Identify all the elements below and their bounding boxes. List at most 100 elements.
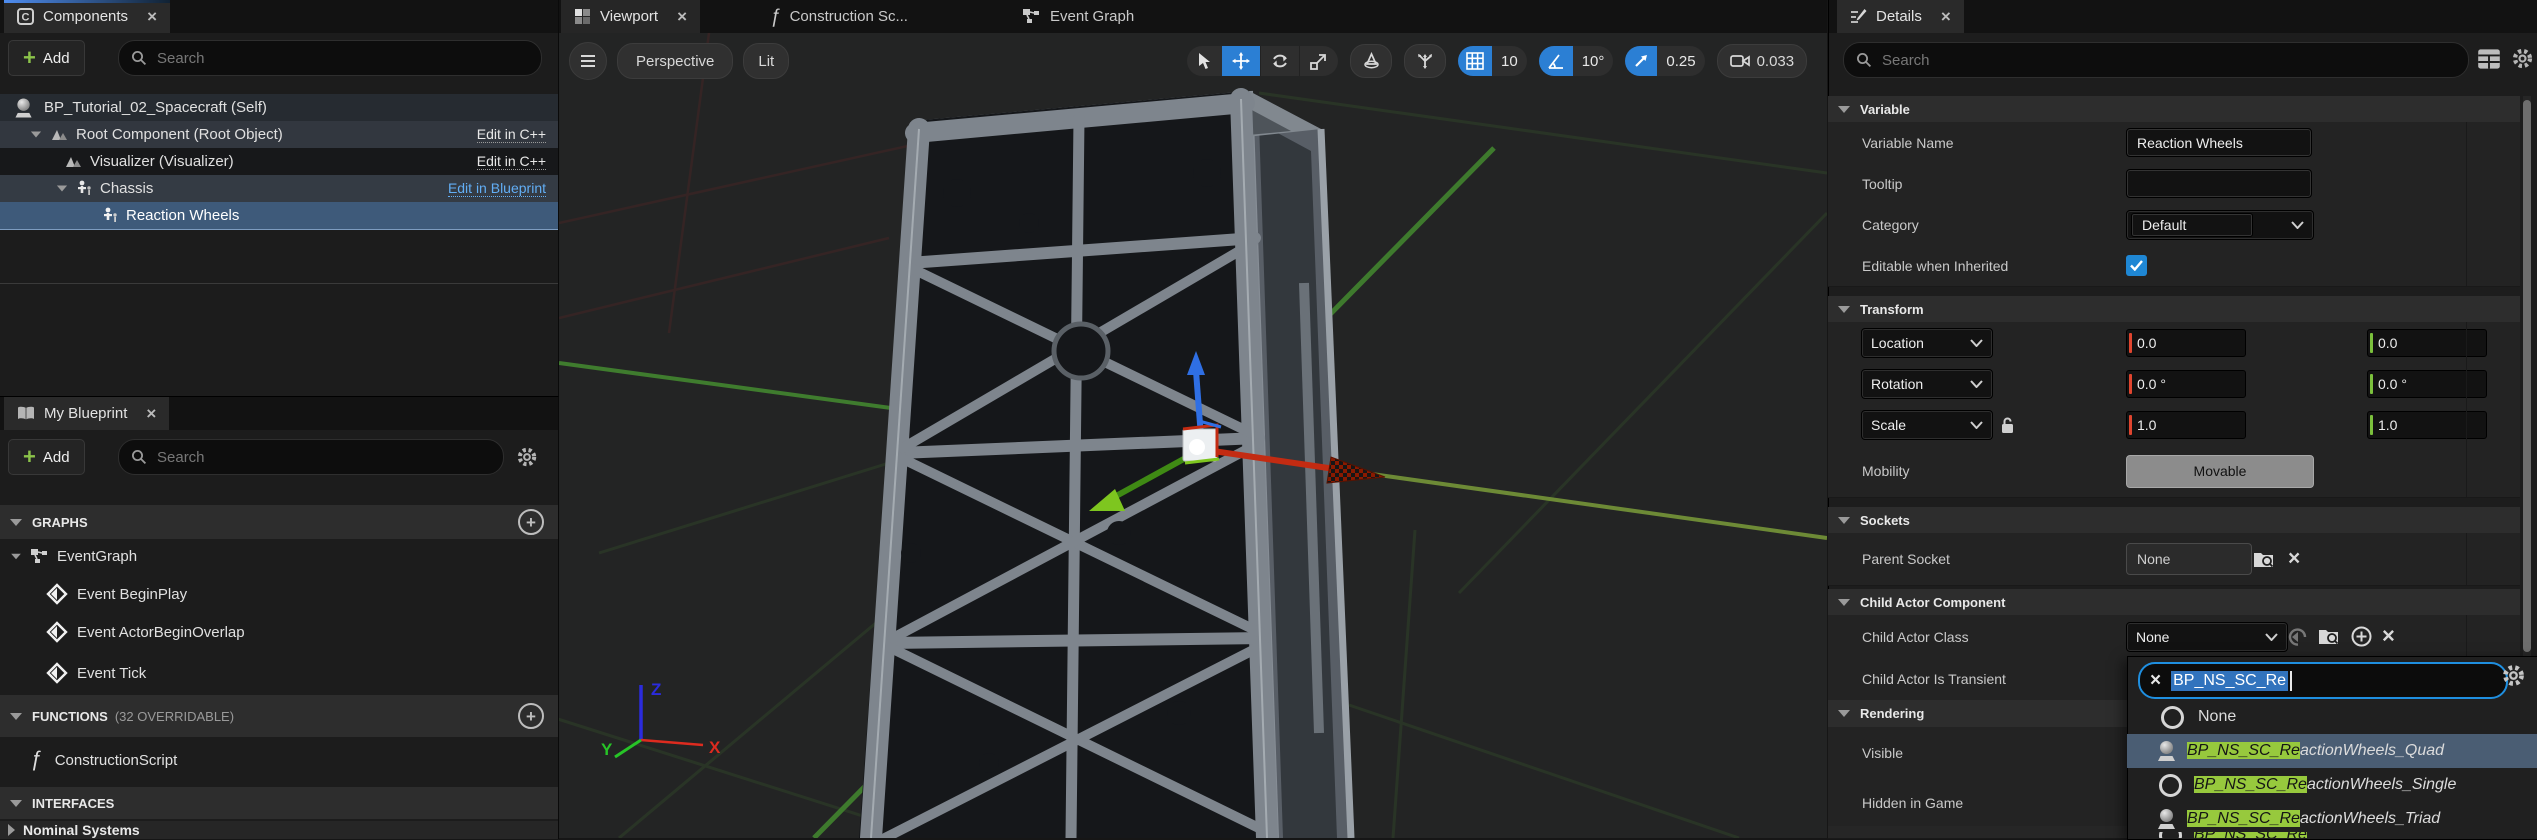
category-dropdown[interactable]: Default xyxy=(2126,210,2314,240)
editable-checkbox[interactable] xyxy=(2126,255,2147,276)
details-scrollbar-thumb[interactable] xyxy=(2523,100,2531,652)
components-tree-row-self[interactable]: BP_Tutorial_02_Spacecraft (Self) xyxy=(0,94,558,121)
scale-x-input[interactable]: 1.0 xyxy=(2126,411,2246,439)
use-selected-icon[interactable] xyxy=(2287,626,2309,648)
class-picker-search-text[interactable]: BP_NS_SC_Re xyxy=(2171,671,2288,691)
scale-y-input[interactable]: 1.0 xyxy=(2367,411,2487,439)
tab-components[interactable]: C Components × xyxy=(4,0,170,33)
clear-socket-icon[interactable]: × xyxy=(2288,547,2300,571)
close-icon[interactable]: × xyxy=(147,7,157,27)
components-tree-row-root[interactable]: Root Component (Root Object) Edit in C++ xyxy=(0,121,558,148)
angle-snap-icon[interactable] xyxy=(1539,46,1573,76)
picker-item-partial[interactable]: BP_NS_SC_Re xyxy=(2127,832,2537,838)
viewport-menu-button[interactable] xyxy=(569,42,607,80)
event-tick-row[interactable]: Event Tick xyxy=(0,653,558,693)
construction-script-row[interactable]: ƒ ConstructionScript xyxy=(0,737,558,783)
spacecraft-model[interactable] xyxy=(859,91,1351,838)
clear-class-icon[interactable]: × xyxy=(2382,623,2395,649)
location-dropdown[interactable]: Location xyxy=(1861,328,1993,358)
picker-item-quad[interactable]: BP_NS_SC_ReactionWheels_Quad xyxy=(2127,734,2537,768)
grid-snap-icon[interactable] xyxy=(1458,46,1492,76)
picker-item-none[interactable]: None xyxy=(2127,700,2537,734)
tooltip-input[interactable] xyxy=(2126,169,2312,198)
components-tree-row-chassis[interactable]: Chassis Edit in Blueprint xyxy=(0,175,558,202)
sockets-section-header[interactable]: Sockets xyxy=(1828,507,2520,533)
expander-down-icon[interactable] xyxy=(31,132,41,138)
child-actor-section-header[interactable]: Child Actor Component xyxy=(1828,589,2520,615)
expander-down-icon[interactable] xyxy=(57,186,67,192)
details-search[interactable] xyxy=(1843,42,2469,78)
graphs-section-header[interactable]: GRAPHS + xyxy=(0,505,558,539)
socket-browse-icon[interactable] xyxy=(2253,550,2276,569)
snap-to-surface-icon[interactable] xyxy=(1404,44,1446,78)
picker-item-triad[interactable]: BP_NS_SC_ReactionWheels_Triad xyxy=(2127,802,2537,836)
my-blueprint-search[interactable] xyxy=(118,439,504,475)
clear-search-icon[interactable]: × xyxy=(2150,671,2161,690)
close-icon[interactable]: × xyxy=(1941,7,1951,27)
add-graph-icon[interactable]: + xyxy=(518,509,544,535)
components-add-button[interactable]: + Add xyxy=(8,40,85,76)
functions-section-header[interactable]: FUNCTIONS (32 OVERRIDABLE) + xyxy=(0,695,558,737)
add-function-icon[interactable]: + xyxy=(518,703,544,729)
rotation-dropdown[interactable]: Rotation xyxy=(1861,369,1993,399)
tab-event-graph[interactable]: Event Graph xyxy=(1009,0,1147,33)
edit-in-cpp-link[interactable]: Edit in C++ xyxy=(477,126,546,143)
browse-asset-icon[interactable] xyxy=(2318,627,2341,646)
location-x-input[interactable]: 0.0 xyxy=(2126,329,2246,357)
transform-section-header[interactable]: Transform xyxy=(1828,296,2520,322)
scale-snap-icon[interactable] xyxy=(1625,46,1657,76)
move-tool-icon[interactable] xyxy=(1222,46,1260,76)
world-space-toggle-icon[interactable] xyxy=(1350,44,1392,78)
components-search-input[interactable] xyxy=(155,49,529,68)
child-actor-class-dropdown[interactable]: None xyxy=(2126,622,2288,652)
lit-button[interactable]: Lit xyxy=(743,43,789,79)
scale-tool-icon[interactable] xyxy=(1299,46,1338,76)
plus-circle-icon[interactable] xyxy=(2351,626,2372,647)
scale-lock-icon[interactable] xyxy=(2000,416,2015,434)
tab-viewport[interactable]: Viewport × xyxy=(561,0,700,33)
location-y-input[interactable]: 0.0 xyxy=(2367,329,2487,357)
components-tree-row-reaction-wheels[interactable]: Reaction Wheels xyxy=(0,202,558,230)
components-search[interactable] xyxy=(118,40,542,76)
parent-socket-label: Parent Socket xyxy=(1862,551,1950,567)
settings-gear-icon[interactable] xyxy=(515,445,539,469)
tab-construction-script[interactable]: ƒ Construction Sc... xyxy=(757,0,921,33)
details-settings-gear-icon[interactable] xyxy=(2510,46,2535,71)
expander-down-icon[interactable] xyxy=(11,553,21,559)
grid-snap-value[interactable]: 10 xyxy=(1492,46,1527,76)
parent-socket-input[interactable]: None xyxy=(2126,543,2252,575)
event-actor-begin-overlap-row[interactable]: Event ActorBeginOverlap xyxy=(0,615,558,649)
edit-in-cpp-link[interactable]: Edit in C++ xyxy=(477,153,546,170)
class-picker-settings-gear-icon[interactable] xyxy=(2500,662,2527,689)
tab-details[interactable]: Details × xyxy=(1837,0,1964,33)
interfaces-section-header[interactable]: INTERFACES xyxy=(0,787,558,819)
select-tool-icon[interactable] xyxy=(1187,46,1222,76)
tab-my-blueprint[interactable]: My Blueprint × xyxy=(4,397,169,430)
mobility-movable-button[interactable]: Movable xyxy=(2126,455,2314,488)
viewport-3d-scene[interactable]: Z X Y xyxy=(559,33,1827,838)
nominal-systems-header[interactable]: Nominal Systems xyxy=(0,821,558,839)
scale-snap-value[interactable]: 0.25 xyxy=(1657,46,1704,76)
variable-name-input[interactable]: Reaction Wheels xyxy=(2126,128,2312,157)
class-picker-search[interactable]: × BP_NS_SC_Re xyxy=(2138,662,2508,699)
my-blueprint-search-input[interactable] xyxy=(155,448,491,467)
camera-speed-button[interactable]: 0.033 xyxy=(1717,44,1808,78)
rotate-tool-icon[interactable] xyxy=(1260,46,1299,76)
edit-in-blueprint-link[interactable]: Edit in Blueprint xyxy=(448,180,546,197)
scale-dropdown[interactable]: Scale xyxy=(1861,410,1993,440)
close-icon[interactable]: × xyxy=(677,7,687,27)
display-filter-icon[interactable] xyxy=(2477,48,2501,70)
perspective-button[interactable]: Perspective xyxy=(617,43,733,79)
close-icon[interactable]: × xyxy=(146,404,156,424)
event-begin-play-row[interactable]: Event BeginPlay xyxy=(0,577,558,611)
rotation-y-input[interactable]: 0.0 ° xyxy=(2367,370,2487,398)
variable-section-header[interactable]: Variable xyxy=(1828,96,2520,122)
camera-icon xyxy=(1730,54,1750,68)
rotation-x-input[interactable]: 0.0 ° xyxy=(2126,370,2246,398)
picker-item-single[interactable]: BP_NS_SC_ReactionWheels_Single xyxy=(2127,768,2537,802)
my-blueprint-add-button[interactable]: + Add xyxy=(8,439,85,475)
details-search-input[interactable] xyxy=(1880,51,2456,70)
components-tree-row-visualizer[interactable]: Visualizer (Visualizer) Edit in C++ xyxy=(0,148,558,175)
angle-snap-value[interactable]: 10° xyxy=(1573,46,1614,76)
event-graph-row[interactable]: EventGraph xyxy=(0,539,558,573)
